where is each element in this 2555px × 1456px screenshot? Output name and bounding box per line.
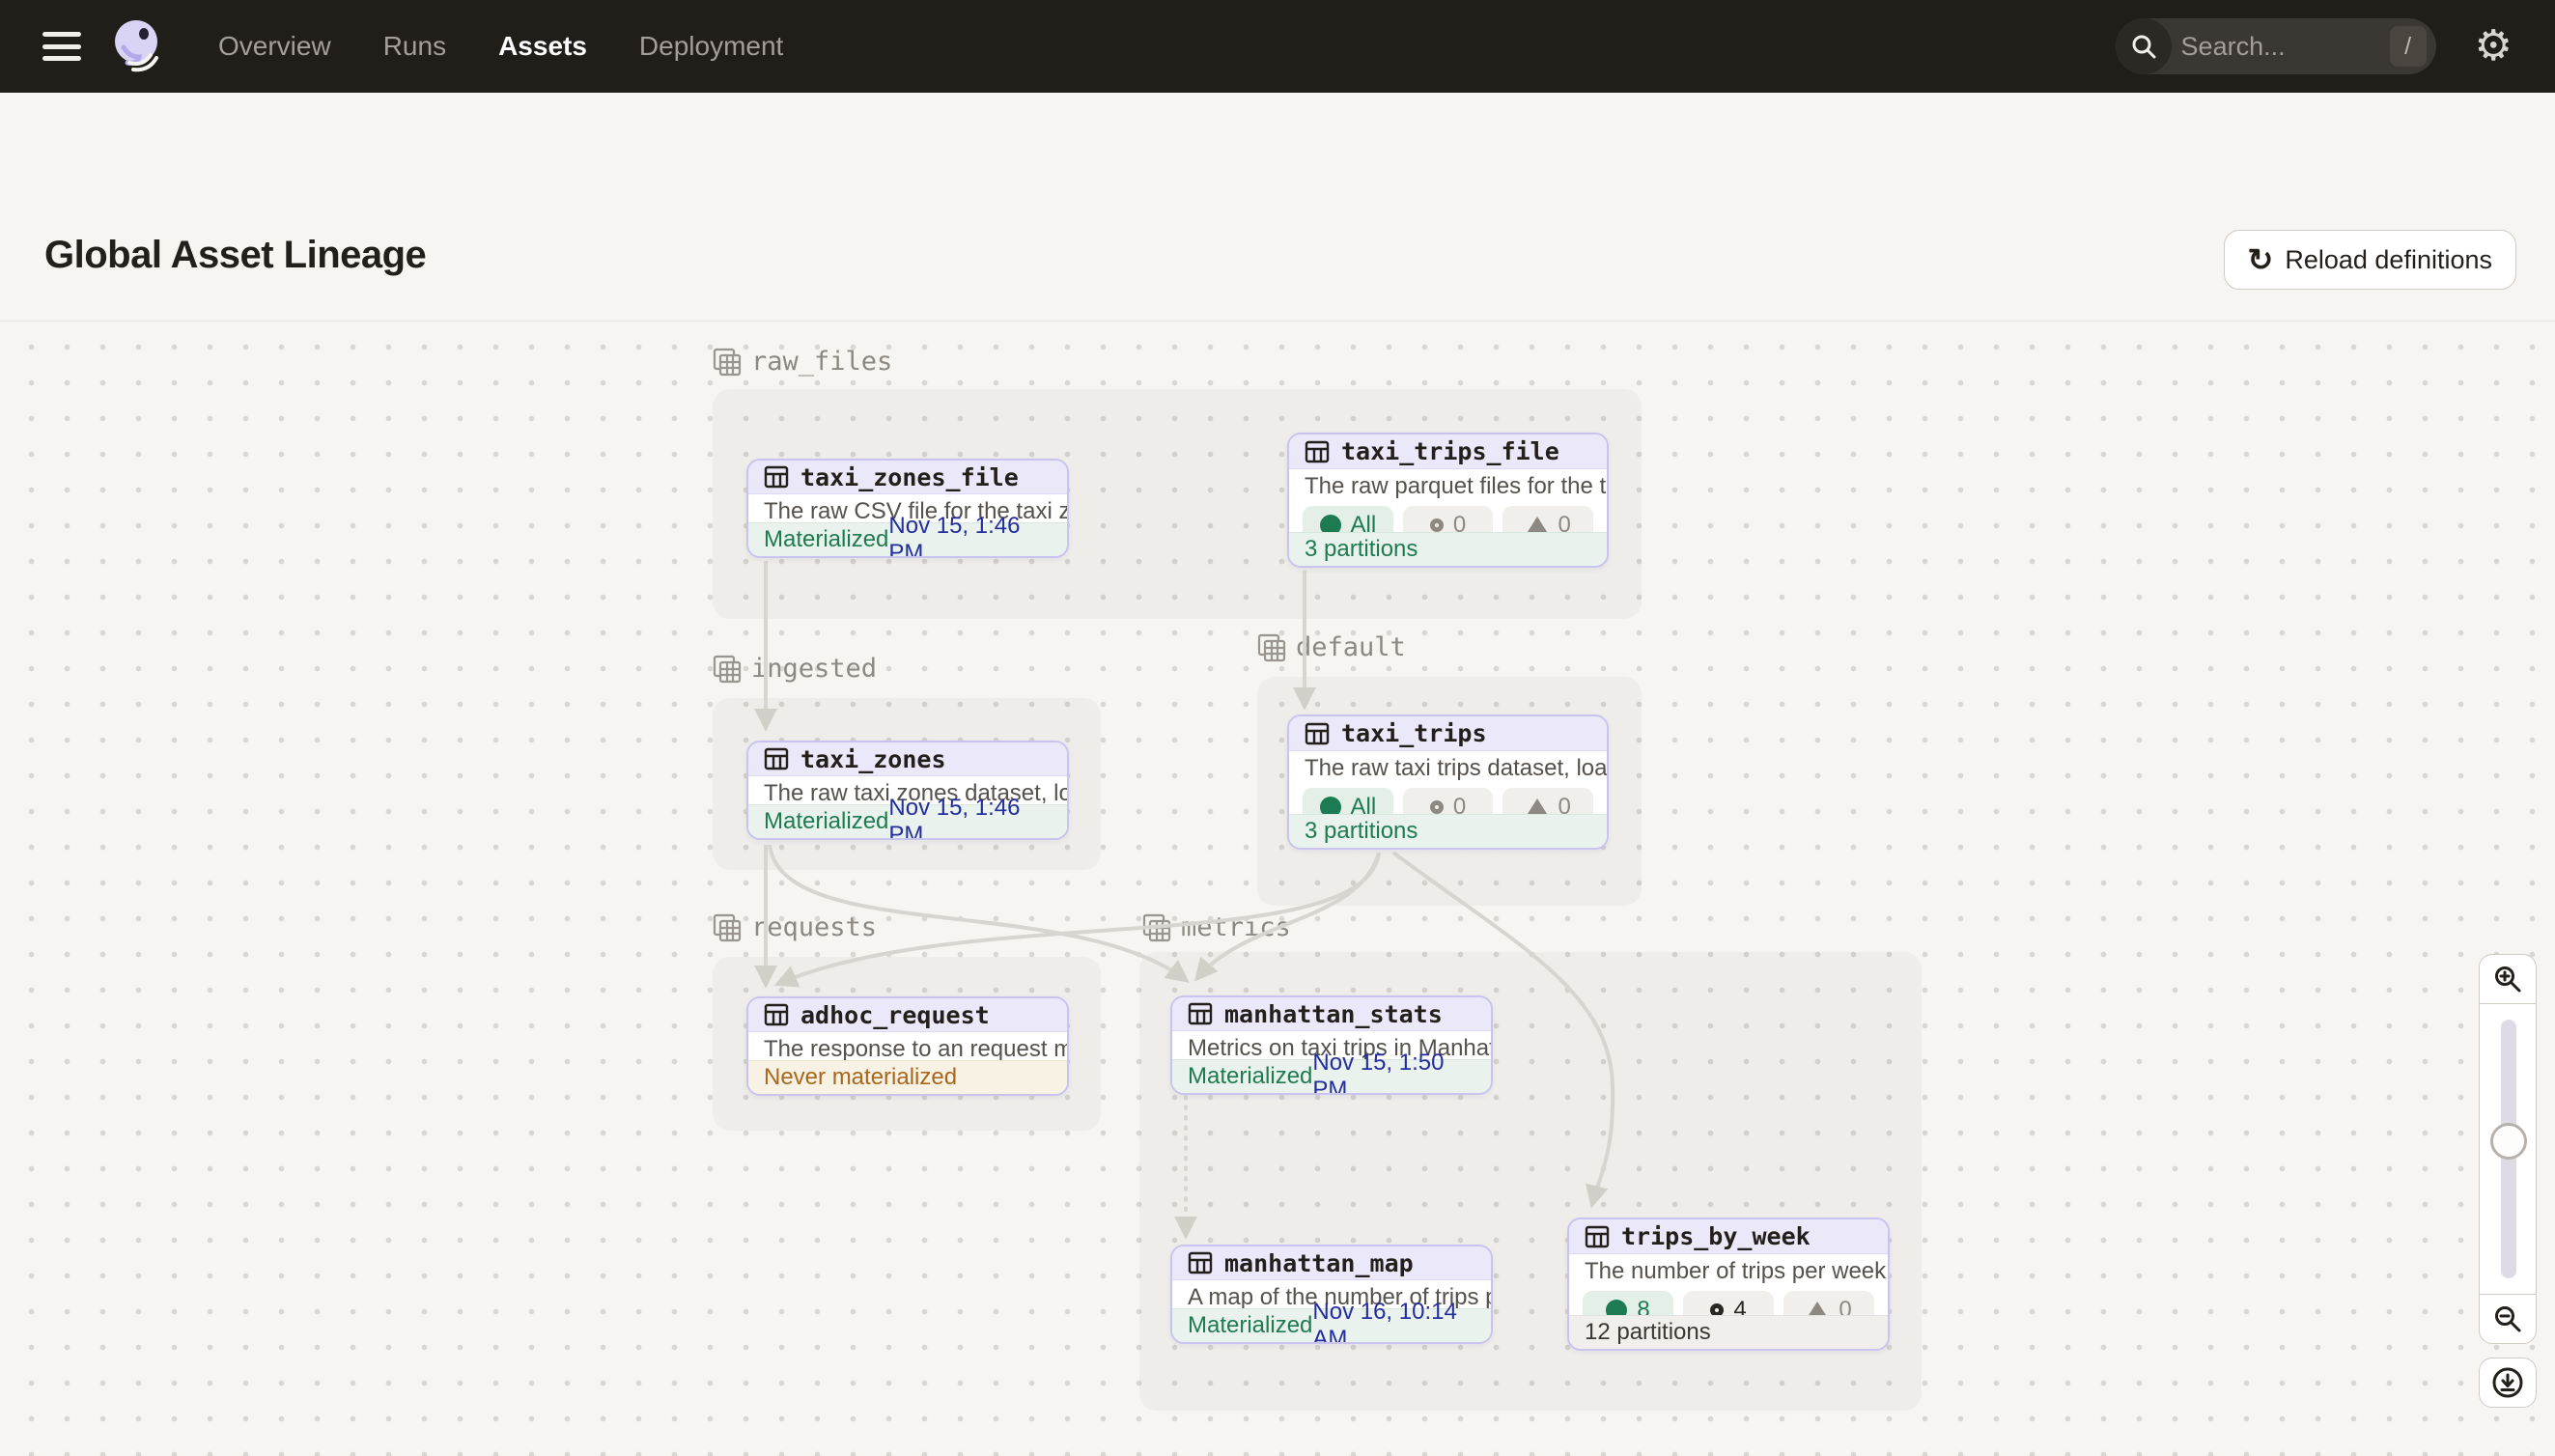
materialization-timestamp[interactable]: Nov 15, 1:46 PM [888, 795, 1052, 840]
asset-node-taxi-trips[interactable]: taxi_trips The raw taxi trips dataset, l… [1287, 714, 1609, 850]
asset-status-footer: 3 partitions [1289, 532, 1607, 566]
asset-description: The raw taxi trips dataset, loaded into … [1289, 751, 1607, 783]
download-image-button[interactable] [2479, 1358, 2537, 1408]
asset-name: taxi_zones_file [800, 463, 1019, 491]
status-label: Materialized [1188, 1312, 1312, 1339]
global-search[interactable]: / [2116, 18, 2436, 74]
asset-status-footer: Materialized Nov 15, 1:46 PM [748, 804, 1067, 838]
nav-item-overview[interactable]: Overview [218, 31, 331, 62]
status-label: Materialized [764, 808, 888, 835]
asset-name: taxi_zones [800, 745, 946, 773]
nav-menu: Overview Runs Assets Deployment [218, 31, 783, 62]
table-icon [1188, 1250, 1213, 1275]
partitions-count: 3 partitions [1305, 536, 1418, 563]
top-nav: Overview Runs Assets Deployment / ⚙ [0, 0, 2555, 93]
status-label: Materialized [1188, 1063, 1312, 1090]
status-label: Never materialized [764, 1064, 957, 1091]
search-shortcut-key: / [2390, 26, 2427, 67]
zoom-out-icon [2493, 1304, 2522, 1333]
hamburger-menu-icon[interactable] [42, 32, 81, 61]
table-icon [764, 746, 789, 771]
materialization-timestamp[interactable]: Nov 15, 1:50 PM [1312, 1050, 1475, 1095]
asset-status-footer: 12 partitions [1569, 1315, 1888, 1349]
asset-node-manhattan-map[interactable]: manhattan_map A map of the number of tri… [1170, 1245, 1493, 1344]
asset-name: adhoc_request [800, 1001, 990, 1029]
materialization-timestamp[interactable]: Nov 15, 1:46 PM [888, 513, 1052, 558]
table-icon [764, 1002, 789, 1027]
search-icon [2116, 18, 2172, 74]
zoom-controls [2479, 954, 2537, 1344]
asset-node-taxi-trips-file[interactable]: taxi_trips_file The raw parquet files fo… [1287, 433, 1609, 568]
zoom-in-icon [2493, 965, 2522, 994]
asset-node-taxi-zones[interactable]: taxi_zones The raw taxi zones dataset, l… [746, 741, 1069, 840]
asset-description: The raw parquet files for the taxi trips… [1289, 469, 1607, 501]
zoom-out-button[interactable] [2479, 1294, 2537, 1344]
asset-name: manhattan_stats [1224, 1000, 1443, 1028]
reload-definitions-button[interactable]: ↻ Reload definitions [2224, 230, 2516, 290]
nav-right: / ⚙ [2116, 18, 2513, 74]
asset-node-trips-by-week[interactable]: trips_by_week The number of trips per we… [1567, 1218, 1890, 1351]
octopus-logo-icon [110, 18, 166, 74]
materialization-timestamp[interactable]: Nov 16, 10:14 AM [1312, 1299, 1475, 1344]
asset-name: trips_by_week [1621, 1222, 1811, 1250]
dagster-app: Overview Runs Assets Deployment / ⚙ Glob… [0, 0, 2555, 1456]
search-input[interactable] [2172, 32, 2390, 62]
asset-node-manhattan-stats[interactable]: manhattan_stats Metrics on taxi trips in… [1170, 995, 1493, 1095]
asset-status-footer: Materialized Nov 16, 10:14 AM [1172, 1308, 1491, 1342]
nav-item-deployment[interactable]: Deployment [639, 31, 783, 62]
asset-status-footer: 3 partitions [1289, 814, 1607, 848]
page-title: Global Asset Lineage [44, 234, 426, 277]
download-icon [2491, 1366, 2524, 1399]
zoom-in-button[interactable] [2479, 954, 2537, 1004]
zoom-slider[interactable] [2479, 1004, 2537, 1294]
zoom-slider-thumb[interactable] [2490, 1123, 2527, 1160]
asset-name: manhattan_map [1224, 1249, 1414, 1277]
asset-name: taxi_trips_file [1341, 437, 1559, 465]
asset-node-adhoc-request[interactable]: adhoc_request The response to an request… [746, 996, 1069, 1096]
table-icon [764, 464, 789, 490]
partitions-count: 12 partitions [1585, 1319, 1711, 1346]
asset-lineage-canvas[interactable]: raw_files ingested default requests metr… [0, 321, 2555, 1456]
dagster-logo [110, 18, 166, 74]
nav-item-runs[interactable]: Runs [383, 31, 446, 62]
refresh-icon: ↻ [2248, 244, 2274, 275]
asset-node-taxi-zones-file[interactable]: taxi_zones_file The raw CSV file for the… [746, 459, 1069, 558]
status-label: Materialized [764, 526, 888, 553]
partitions-count: 3 partitions [1305, 818, 1418, 845]
table-icon [1305, 439, 1330, 464]
page-header: Global Asset Lineage ↻ Reload definition… [0, 93, 2555, 321]
table-icon [1305, 721, 1330, 746]
failed-ring-icon [1430, 800, 1444, 814]
table-icon [1585, 1224, 1610, 1249]
gear-icon[interactable]: ⚙ [2475, 25, 2513, 68]
asset-status-footer: Materialized Nov 15, 1:46 PM [748, 522, 1067, 556]
nav-item-assets[interactable]: Assets [498, 31, 587, 62]
asset-status-footer: Materialized Nov 15, 1:50 PM [1172, 1059, 1491, 1093]
asset-status-footer: Never materialized [748, 1060, 1067, 1094]
table-icon [1188, 1001, 1213, 1026]
failed-ring-icon [1430, 518, 1444, 532]
asset-name: taxi_trips [1341, 719, 1487, 747]
asset-description: The number of trips per week, aggreg... [1569, 1254, 1888, 1286]
